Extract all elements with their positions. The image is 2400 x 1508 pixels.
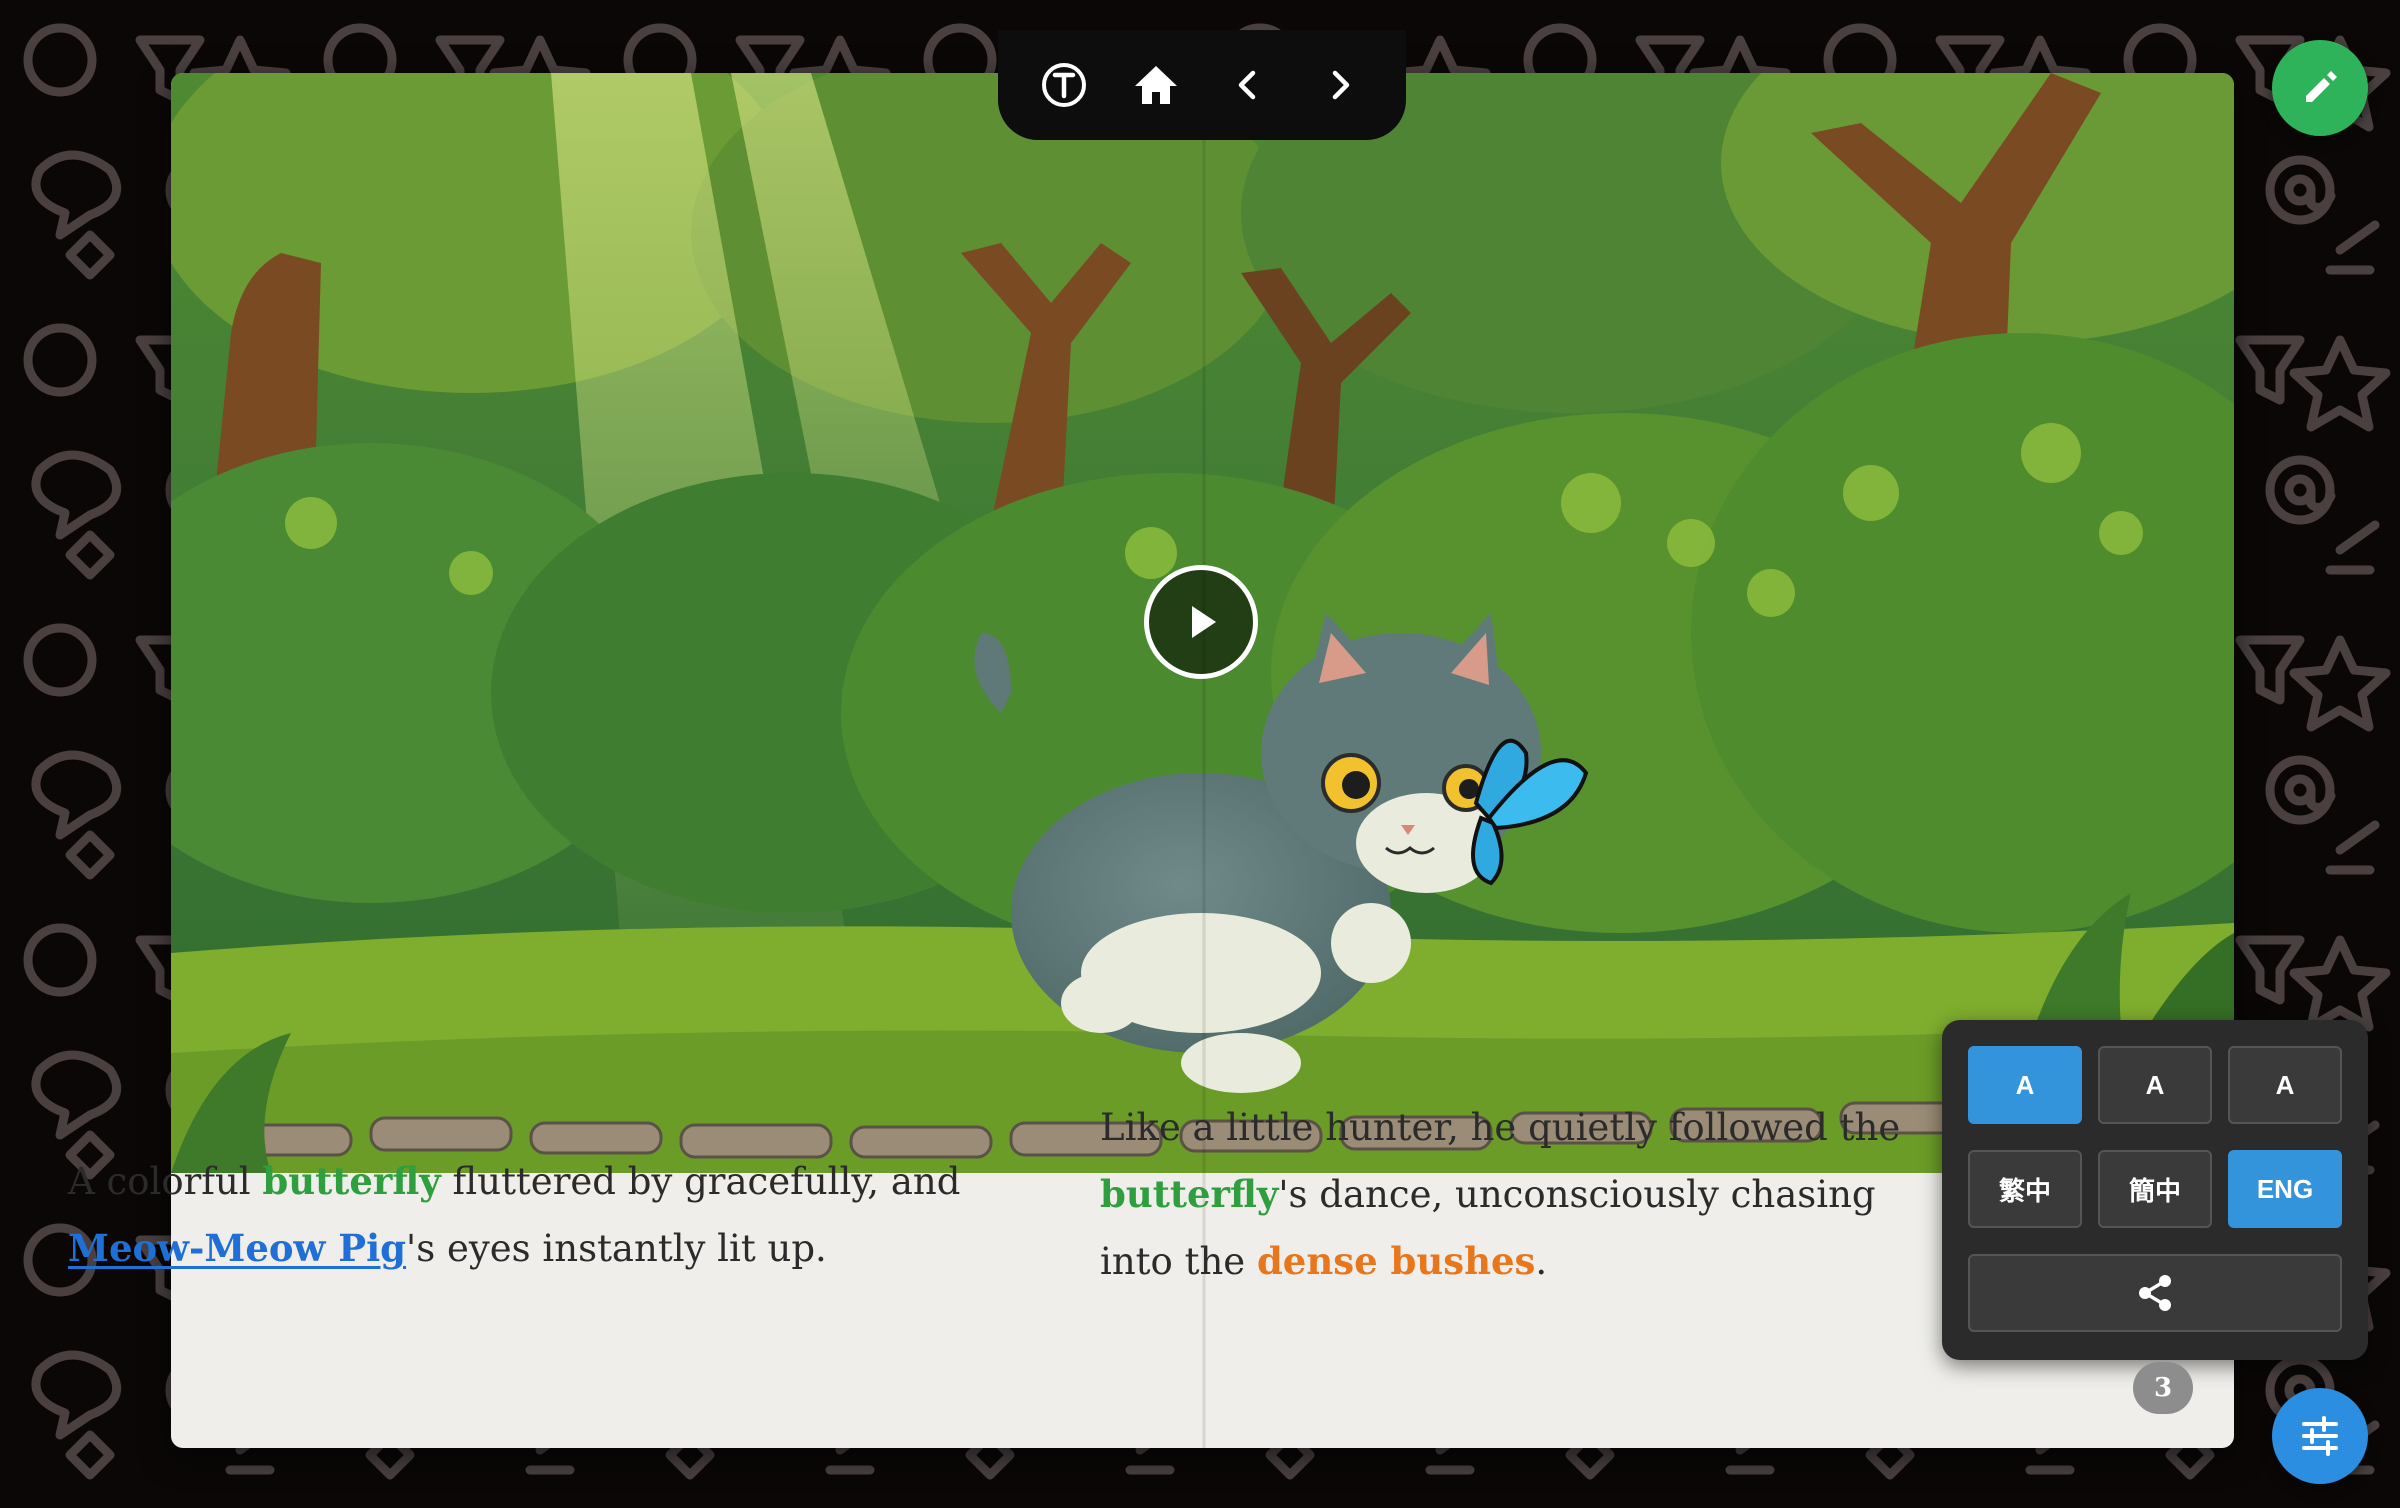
font-size-option-medium[interactable]: A xyxy=(2098,1046,2212,1124)
story-text-segment: 's eyes instantly lit up. xyxy=(406,1227,827,1270)
reader-settings-panel: A A A 繁中 簡中 ENG xyxy=(1942,1020,2368,1360)
home-button[interactable] xyxy=(1121,50,1191,120)
story-text-segment: into the xyxy=(1100,1240,1257,1283)
settings-toggle-button[interactable] xyxy=(2272,1388,2368,1484)
top-navigation-bar xyxy=(998,30,1406,140)
sliders-icon xyxy=(2302,1416,2338,1456)
keyword-butterfly[interactable]: butterfly xyxy=(1100,1172,1278,1216)
language-option-english[interactable]: ENG xyxy=(2228,1150,2342,1228)
keyword-butterfly[interactable]: butterfly xyxy=(262,1159,440,1203)
language-option-simplified-chinese[interactable]: 簡中 xyxy=(2098,1150,2212,1228)
play-narration-button[interactable] xyxy=(1144,565,1258,679)
chevron-right-icon xyxy=(1332,70,1350,100)
story-text-right-page: Like a little hunter, he quietly followe… xyxy=(1100,1095,1960,1370)
play-icon xyxy=(1192,606,1216,638)
font-size-option-small[interactable]: A xyxy=(1968,1046,2082,1124)
home-icon xyxy=(1135,66,1177,104)
share-icon xyxy=(2139,1275,2171,1311)
language-options: 繁中 簡中 ENG xyxy=(1968,1150,2342,1228)
font-size-option-large[interactable]: A xyxy=(2228,1046,2342,1124)
language-option-traditional-chinese[interactable]: 繁中 xyxy=(1968,1150,2082,1228)
chevron-left-icon xyxy=(1238,70,1256,100)
next-page-button[interactable] xyxy=(1305,50,1375,120)
character-link-meow-meow-pig[interactable]: Meow-Meow Pig xyxy=(68,1226,406,1270)
story-text-segment: fluttered by gracefully, and xyxy=(440,1160,961,1203)
story-text-left-page: A colorful butterfly fluttered by gracef… xyxy=(68,1148,968,1423)
story-text-segment: Like a little hunter, he quietly followe… xyxy=(1100,1106,1901,1149)
keyword-dense-bushes[interactable]: dense bushes xyxy=(1257,1239,1535,1283)
story-text-segment: 's dance, unconsciously chasing xyxy=(1278,1173,1876,1216)
page-number-badge: 3 xyxy=(2133,1362,2193,1414)
previous-page-button[interactable] xyxy=(1213,50,1283,120)
font-size-options: A A A xyxy=(1968,1046,2342,1124)
share-button[interactable] xyxy=(1968,1254,2342,1332)
edit-button[interactable] xyxy=(2272,40,2368,136)
story-text-segment: A colorful xyxy=(68,1160,263,1203)
text-toggle-icon xyxy=(1042,63,1086,107)
text-toggle-button[interactable] xyxy=(1029,50,1099,120)
pencil-icon xyxy=(2306,71,2337,102)
story-text-segment: . xyxy=(1535,1240,1548,1283)
